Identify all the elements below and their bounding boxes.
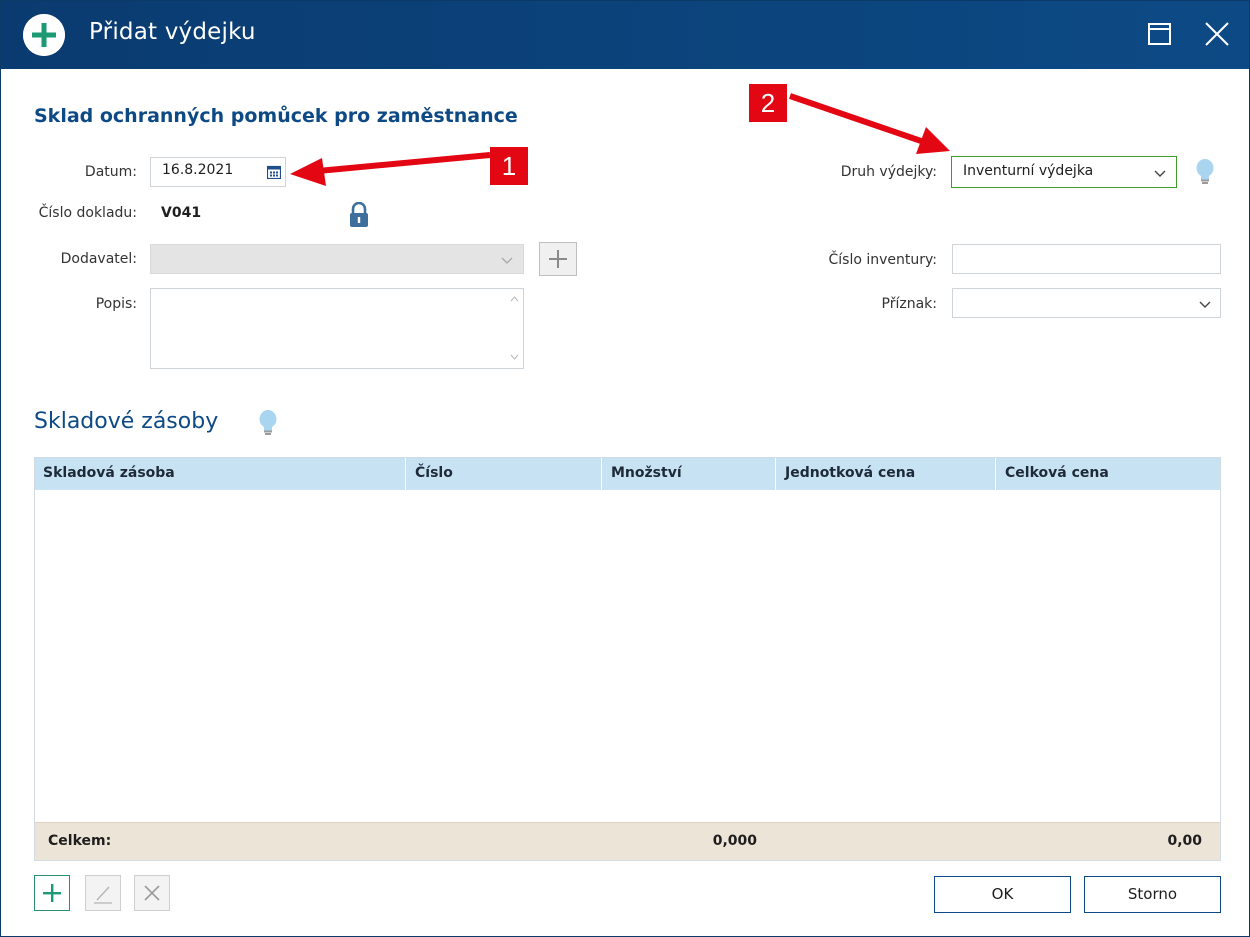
chevron-down-icon	[501, 254, 513, 270]
column-header[interactable]: Množství	[611, 465, 682, 481]
table-footer: Celkem: 0,000 0,00	[35, 822, 1220, 860]
dialog-window: Přidat výdejku Sklad ochranných pomůcek …	[0, 0, 1250, 937]
lightbulb-icon[interactable]	[258, 409, 278, 441]
date-label: Datum:	[84, 164, 137, 180]
description-label: Popis:	[95, 296, 137, 312]
issue-type-label: Druh výdejky:	[840, 164, 937, 180]
supplier-select[interactable]	[150, 244, 524, 274]
window-title: Přidat výdejku	[89, 19, 256, 45]
total-quantity: 0,000	[712, 833, 757, 849]
annotation-marker-2: 2	[749, 84, 787, 122]
maximize-icon[interactable]	[1145, 19, 1175, 49]
issue-type-value: Inventurní výdejka	[963, 163, 1094, 179]
column-header[interactable]: Skladová zásoba	[43, 465, 175, 481]
page-title: Sklad ochranných pomůcek pro zaměstnance	[34, 105, 518, 127]
description-textarea[interactable]	[150, 288, 524, 369]
column-header[interactable]: Celková cena	[1005, 465, 1109, 481]
delete-item-button[interactable]	[134, 875, 170, 911]
add-supplier-button[interactable]	[539, 242, 577, 276]
cancel-button[interactable]: Storno	[1084, 876, 1221, 913]
issue-type-select[interactable]: Inventurní výdejka	[951, 156, 1177, 188]
lightbulb-icon[interactable]	[1195, 158, 1215, 190]
add-item-button[interactable]	[34, 875, 70, 911]
chevron-down-icon	[1154, 167, 1166, 183]
section-title: Skladové zásoby	[34, 409, 219, 434]
supplier-label: Dodavatel:	[60, 251, 137, 267]
title-bar: Přidat výdejku	[1, 1, 1249, 69]
table-header: Skladová zásoba Číslo Množství Jednotkov…	[35, 458, 1220, 490]
chevron-down-icon	[1199, 298, 1211, 314]
doc-number-label: Číslo dokladu:	[38, 205, 137, 221]
textarea-scrollbar[interactable]	[506, 289, 523, 368]
plus-circle-icon	[23, 14, 65, 56]
column-header[interactable]: Číslo	[415, 465, 453, 481]
column-divider	[995, 458, 996, 490]
column-divider	[775, 458, 776, 490]
close-icon[interactable]	[1202, 19, 1232, 49]
flag-select[interactable]	[952, 288, 1221, 318]
column-divider	[405, 458, 406, 490]
date-field[interactable]: 16.8.2021	[150, 157, 286, 187]
date-value: 16.8.2021	[162, 162, 234, 178]
ok-button[interactable]: OK	[934, 876, 1071, 913]
lock-icon[interactable]	[349, 201, 369, 232]
inventory-number-label: Číslo inventury:	[828, 252, 938, 268]
edit-item-button[interactable]	[85, 875, 121, 911]
total-price: 0,00	[1167, 833, 1202, 849]
flag-label: Příznak:	[881, 296, 937, 312]
column-divider	[601, 458, 602, 490]
inventory-number-input[interactable]	[952, 244, 1221, 274]
annotation-marker-1: 1	[490, 147, 528, 185]
stock-table: Skladová zásoba Číslo Množství Jednotkov…	[34, 457, 1221, 861]
doc-number-value: V041	[161, 205, 202, 221]
calendar-icon[interactable]	[266, 165, 282, 183]
column-header[interactable]: Jednotková cena	[785, 465, 915, 481]
total-label: Celkem:	[48, 833, 112, 849]
